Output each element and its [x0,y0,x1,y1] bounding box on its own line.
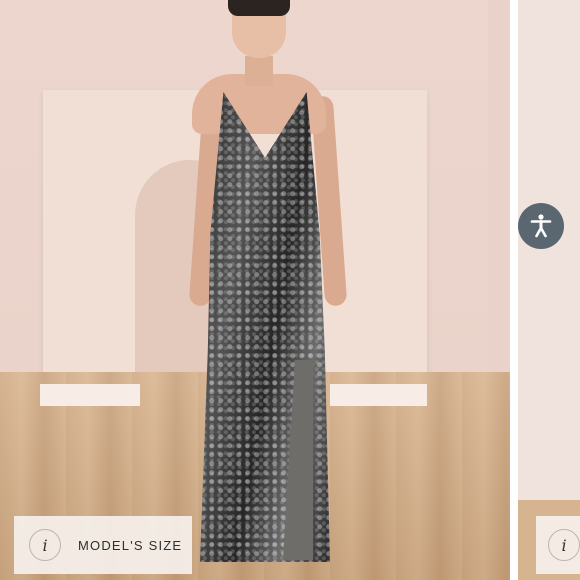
model-neck [245,56,273,86]
accessibility-button[interactable] [518,203,564,249]
models-size-label: MODEL'S SIZE [78,537,183,553]
info-icon: i [29,529,61,561]
next-models-size-button[interactable]: i [536,516,580,574]
background-wall-edge [488,0,510,390]
models-size-button[interactable]: i MODEL'S SIZE [14,516,192,574]
product-image-main[interactable] [0,0,510,580]
info-icon: i [548,529,580,561]
panel-base-right [330,384,427,406]
slide-gap [510,0,518,580]
accessibility-icon [530,214,552,238]
product-image-next[interactable] [518,0,580,580]
model-hair [228,0,290,16]
panel-base-left [40,384,140,406]
